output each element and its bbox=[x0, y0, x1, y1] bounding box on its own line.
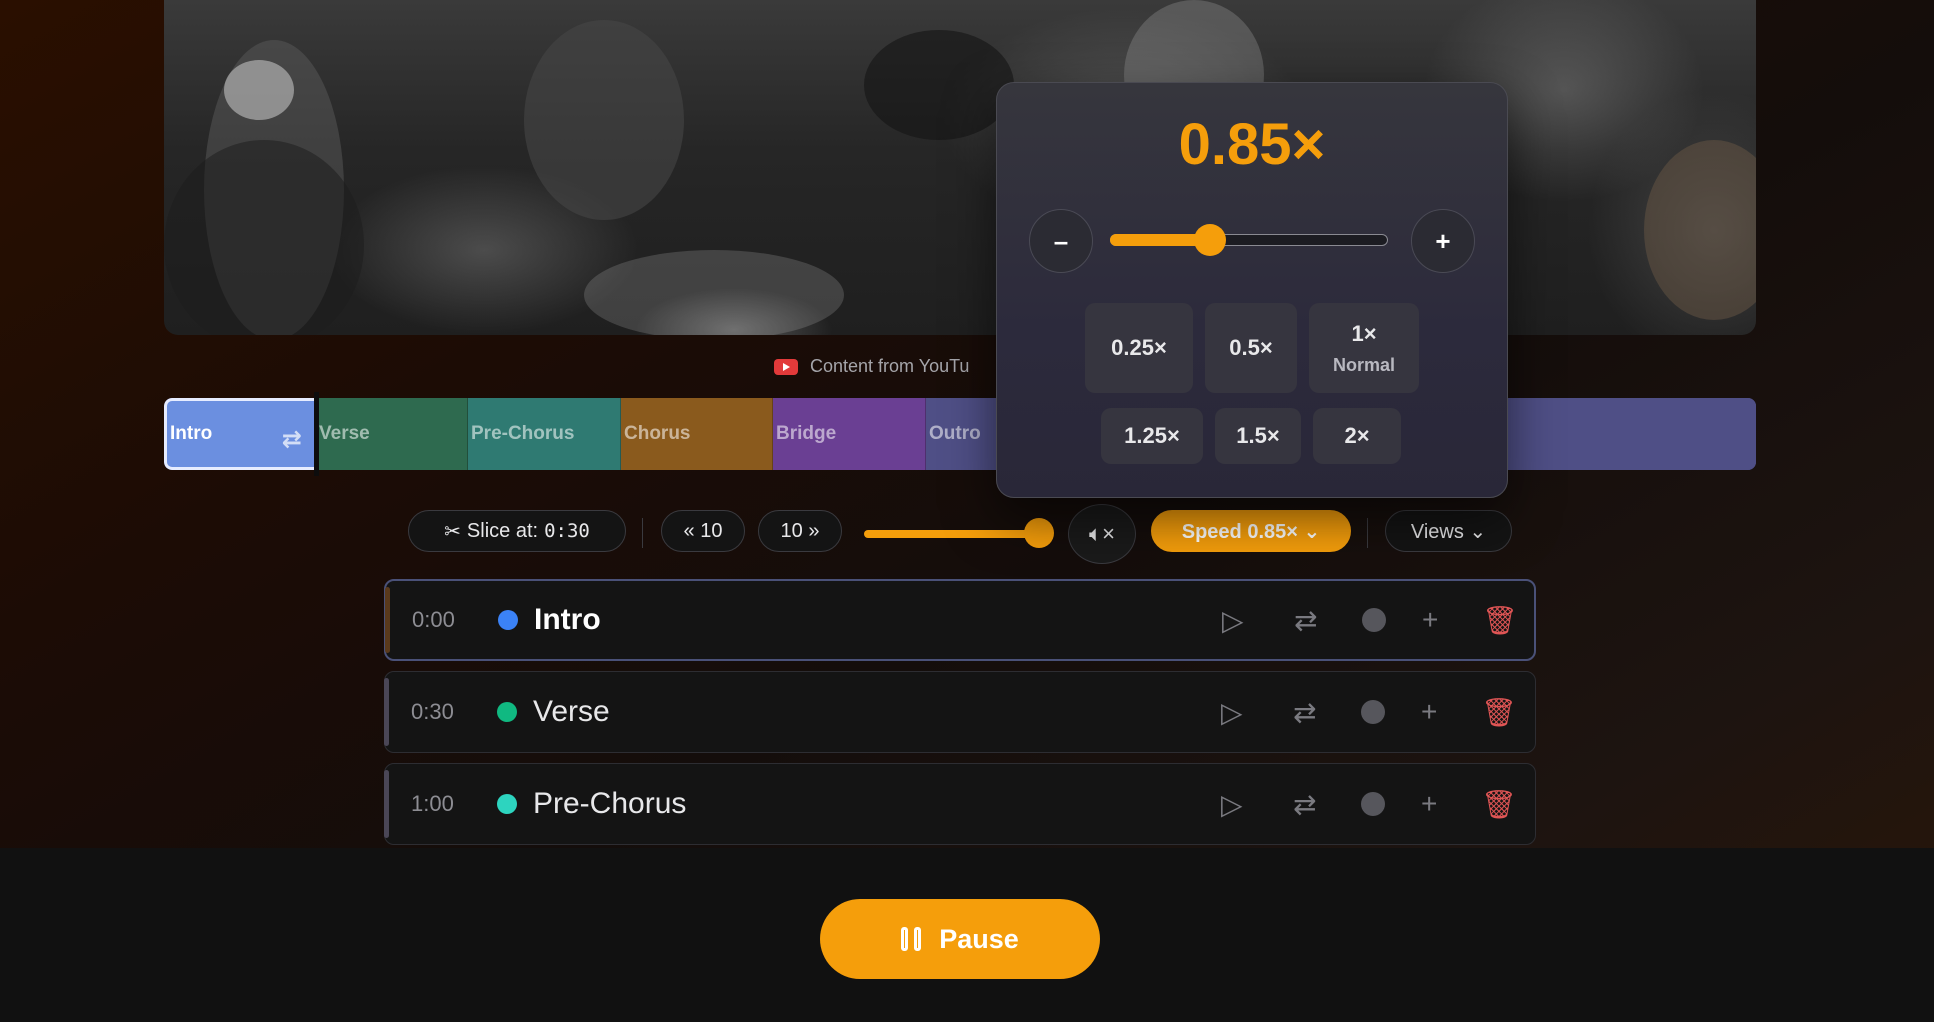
speed-preset-0-5[interactable]: 0.5× bbox=[1205, 303, 1297, 393]
speed-preset-label: 2× bbox=[1344, 423, 1370, 448]
record-icon[interactable] bbox=[1361, 792, 1385, 816]
timeline-section-pre-chorus[interactable]: Pre-Chorus bbox=[468, 398, 621, 470]
pause-button[interactable]: Pause bbox=[820, 899, 1100, 979]
timeline-section-label: Pre-Chorus bbox=[471, 423, 575, 444]
youtube-icon bbox=[774, 358, 798, 375]
volume-slider-knob[interactable] bbox=[1024, 518, 1054, 548]
speed-preset-0-25[interactable]: 0.25× bbox=[1085, 303, 1193, 393]
loop-icon[interactable]: ⇄ bbox=[1294, 604, 1317, 637]
play-icon[interactable]: ▷ bbox=[1221, 788, 1243, 821]
speed-value: 0.85× bbox=[1178, 112, 1326, 177]
loop-icon[interactable]: ⇄ bbox=[1293, 696, 1316, 729]
speed-increase-button[interactable]: + bbox=[1411, 209, 1475, 273]
slice-label: Slice at: bbox=[466, 519, 539, 542]
section-title: Verse bbox=[533, 695, 610, 728]
section-title: Intro bbox=[534, 603, 601, 636]
scissors-icon: ✂ bbox=[444, 520, 461, 543]
speed-preset-1-5[interactable]: 1.5× bbox=[1215, 408, 1301, 464]
play-icon[interactable]: ▷ bbox=[1222, 604, 1244, 637]
playhead[interactable] bbox=[314, 392, 319, 476]
speed-decrease-button[interactable]: – bbox=[1029, 209, 1093, 273]
speed-slider-knob[interactable] bbox=[1194, 224, 1226, 256]
speaker-muted-icon: 🔈︎× bbox=[1088, 521, 1116, 546]
divider bbox=[1367, 518, 1368, 548]
add-icon[interactable]: + bbox=[1421, 788, 1437, 820]
section-time: 1:00 bbox=[411, 791, 454, 816]
speed-preset-1[interactable]: 1× Normal bbox=[1309, 303, 1419, 393]
speed-preset-label: 1.5× bbox=[1236, 423, 1280, 448]
section-color-dot bbox=[497, 702, 517, 722]
section-color-dot bbox=[497, 794, 517, 814]
section-time: 0:30 bbox=[411, 699, 454, 724]
views-button[interactable]: Views ⌄ bbox=[1385, 510, 1512, 552]
speed-preset-label: 1× bbox=[1351, 320, 1377, 346]
loop-icon: ⇄ bbox=[281, 426, 302, 453]
pause-icon bbox=[901, 927, 922, 951]
slice-time: 0:30 bbox=[544, 520, 590, 542]
timeline-section-label: Verse bbox=[319, 423, 370, 444]
speed-preset-2[interactable]: 2× bbox=[1313, 408, 1401, 464]
timeline-section-bridge[interactable]: Bridge bbox=[773, 398, 926, 470]
speed-preset-label: 1.25× bbox=[1124, 423, 1180, 448]
section-row-intro[interactable]: 0:00 Intro ▷ ⇄ + 🗑︎ bbox=[384, 579, 1536, 661]
section-row-pre-chorus[interactable]: 1:00 Pre-Chorus ▷ ⇄ + 🗑︎ bbox=[384, 763, 1536, 845]
section-color-dot bbox=[498, 610, 518, 630]
mute-button[interactable]: 🔈︎× bbox=[1068, 504, 1136, 564]
section-time: 0:00 bbox=[412, 607, 455, 632]
divider bbox=[642, 518, 643, 548]
source-attribution: Content from YouTu bbox=[774, 356, 969, 377]
add-icon[interactable]: + bbox=[1421, 696, 1437, 728]
slice-button[interactable]: ✂ Slice at: 0:30 bbox=[408, 510, 626, 552]
speed-preset-label: 0.25× bbox=[1111, 335, 1167, 360]
timeline-section-label: Bridge bbox=[776, 423, 837, 444]
video-player[interactable] bbox=[164, 0, 1756, 335]
section-timeline[interactable]: Intro ⇄ Verse Pre-Chorus Chorus Bridge O… bbox=[164, 398, 1756, 470]
timeline-section-chorus[interactable]: Chorus bbox=[621, 398, 773, 470]
speed-preset-sublabel: Normal bbox=[1332, 354, 1395, 375]
transport-controls: ✂ Slice at: 0:30 « 10 10 » 🔈︎× Speed 0.8… bbox=[0, 504, 1934, 564]
timeline-section-verse[interactable]: Verse bbox=[316, 398, 468, 470]
section-title: Pre-Chorus bbox=[533, 787, 687, 820]
timeline-section-label: Outro bbox=[929, 423, 981, 444]
timeline-section-label: Chorus bbox=[624, 423, 691, 444]
skip-forward-button[interactable]: 10 » bbox=[758, 510, 842, 552]
record-icon[interactable] bbox=[1362, 608, 1386, 632]
volume-slider[interactable] bbox=[864, 530, 1040, 538]
timeline-section-label: Intro bbox=[170, 423, 213, 444]
speed-preset-label: 0.5× bbox=[1229, 335, 1273, 360]
speed-preset-1-25[interactable]: 1.25× bbox=[1101, 408, 1203, 464]
add-icon[interactable]: + bbox=[1422, 604, 1438, 636]
timeline-section-intro[interactable]: Intro ⇄ bbox=[164, 398, 316, 470]
trash-icon[interactable]: 🗑︎ bbox=[1481, 788, 1517, 821]
record-icon[interactable] bbox=[1361, 700, 1385, 724]
source-note-text: Content from YouTu bbox=[810, 356, 970, 376]
trash-icon[interactable]: 🗑︎ bbox=[1481, 696, 1517, 729]
play-icon[interactable]: ▷ bbox=[1221, 696, 1243, 729]
loop-icon[interactable]: ⇄ bbox=[1293, 788, 1316, 821]
speed-button[interactable]: Speed 0.85× ⌄ bbox=[1151, 510, 1351, 552]
speed-popover: 0.85× – + 0.25× 0.5× 1× Normal 1.25× 1.5… bbox=[996, 82, 1508, 498]
pause-label: Pause bbox=[939, 923, 1019, 954]
trash-icon[interactable]: 🗑︎ bbox=[1482, 604, 1518, 637]
skip-back-button[interactable]: « 10 bbox=[661, 510, 745, 552]
section-row-verse[interactable]: 0:30 Verse ▷ ⇄ + 🗑︎ bbox=[384, 671, 1536, 753]
